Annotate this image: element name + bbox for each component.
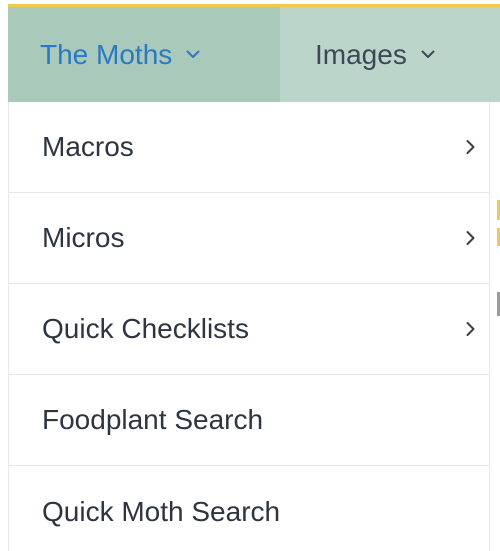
menu-item-label: Quick Moth Search xyxy=(42,495,281,527)
menu-item-label: Foodplant Search xyxy=(42,404,264,435)
nav-item-label: Images xyxy=(315,38,407,70)
menu-item-label: Micros xyxy=(42,222,125,253)
main-navbar: The Moths Images xyxy=(8,7,500,102)
chevron-right-icon xyxy=(466,140,475,155)
nav-item-images[interactable]: Images xyxy=(280,7,500,102)
nav-item-the-moths[interactable]: The Moths xyxy=(8,7,280,102)
menu-item-quick-moth-search[interactable]: Quick Moth Search xyxy=(9,466,489,551)
menu-item-macros[interactable]: Macros xyxy=(9,102,489,193)
menu-item-foodplant-search[interactable]: Foodplant Search xyxy=(9,375,489,466)
chevron-right-icon xyxy=(466,231,475,246)
chevron-down-icon xyxy=(421,50,435,59)
menu-item-micros[interactable]: Micros xyxy=(9,193,489,284)
chevron-down-icon xyxy=(186,50,200,59)
page: The Moths Images Macros Micros Quick Che… xyxy=(0,0,500,551)
menu-item-label: Quick Checklists xyxy=(42,313,249,344)
chevron-right-icon xyxy=(466,322,475,337)
nav-item-label: The Moths xyxy=(40,38,173,70)
menu-item-quick-checklists[interactable]: Quick Checklists xyxy=(9,284,489,375)
menu-item-label: Macros xyxy=(42,131,134,162)
moths-dropdown-menu: Macros Micros Quick Checklists Foodplant… xyxy=(8,102,490,551)
